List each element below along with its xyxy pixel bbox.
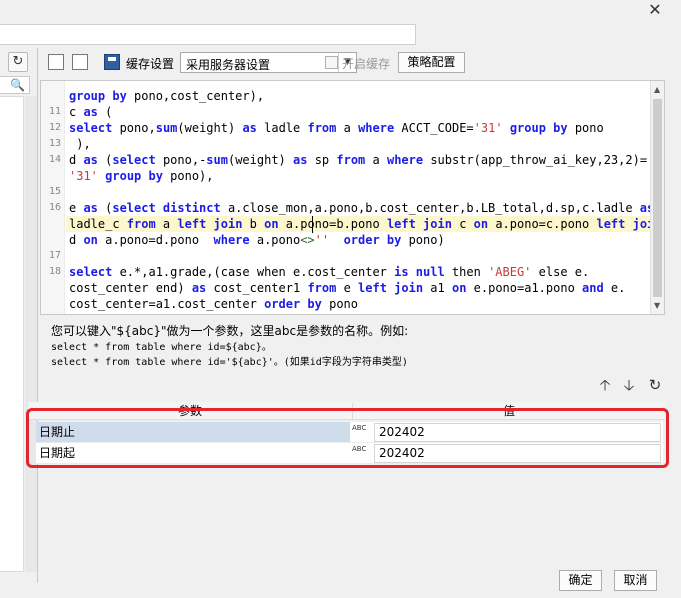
sql-editor[interactable]: group by pono,cost_center),c as ( select … [40,80,665,315]
editor-toolbar: 缓存设置 采用服务器设置 ▼ 开启缓存 策略配置 [40,49,681,77]
help-example-2: select * from table where id='${abc}'。(如… [51,357,408,368]
line-number: 12 [48,122,61,133]
enable-cache-checkbox[interactable] [325,56,338,69]
cache-settings-label: 缓存设置 [126,57,175,71]
sidebar-list[interactable] [0,96,24,572]
line-number: 13 [48,138,61,149]
editor-scrollbar[interactable]: ▲ ▼ [650,81,664,314]
param-tools: 🡡 🡣 ↻ [596,376,666,396]
text-cursor [312,216,313,233]
code-line: ), [69,137,91,151]
ok-button[interactable]: 确定 [559,570,602,591]
left-panel: ↻ 🔍 [0,48,38,583]
code-line: c as ( [69,105,113,119]
code-line: select e.*,a1.grade,(case when e.cost_ce… [69,265,590,279]
editor-scrollbar-thumb[interactable] [653,99,662,297]
scroll-up-icon[interactable]: ▲ [654,85,660,94]
cancel-button[interactable]: 取消 [614,570,657,591]
sidebar-scrollbar[interactable] [25,96,37,572]
code-line: cost_center=a1.cost_center order by pono [69,297,358,311]
line-number: 15 [48,186,61,197]
line-number: 14 [48,154,61,165]
code-line: group by pono,cost_center), [69,89,265,103]
document-icon[interactable] [72,54,88,70]
code-line: e as (select distinct a.close_mon,a.pono… [69,201,655,215]
code-line: d on a.pono=d.pono where a.pono<>'' orde… [69,233,445,247]
move-up-icon[interactable]: 🡡 [596,376,614,394]
search-icon: 🔍 [10,78,25,92]
save-icon[interactable] [104,54,120,70]
line-number: 11 [48,106,61,117]
cache-select-value: 采用服务器设置 [186,58,271,72]
help-example-1: select * from table where id=${abc}。 [51,342,272,353]
sidebar-search-input[interactable]: 🔍 [0,76,30,94]
move-down-icon[interactable]: 🡣 [620,376,638,394]
code-line: d as (select pono,-sum(weight) as sp fro… [69,153,648,167]
top-input[interactable] [0,24,416,45]
code-line: ladle_c from a left join b on a.pono=b.p… [69,217,662,231]
refresh-params-icon[interactable]: ↻ [646,376,664,394]
scroll-down-icon[interactable]: ▼ [654,301,660,310]
preview-icon[interactable] [48,54,64,70]
annotation-highlight-box [26,408,669,468]
code-line: '31' group by pono), [69,169,214,183]
code-line: cost_center end) as cost_center1 from e … [69,281,626,295]
close-icon[interactable]: ✕ [647,2,663,18]
line-number: 18 [48,266,61,277]
window-titlebar: ✕ [0,0,681,45]
line-number: 16 [48,202,61,213]
refresh-icon[interactable]: ↻ [8,52,28,72]
help-main-text: 您可以键入"${abc}"做为一个参数，这里abc是参数的名称。例如: [51,324,409,338]
code-line: select pono,sum(weight) as ladle from a … [69,121,604,135]
parameter-help: 您可以键入"${abc}"做为一个参数，这里abc是参数的名称。例如: sele… [51,323,651,370]
line-number: 17 [48,250,61,261]
enable-cache-label: 开启缓存 [342,57,391,71]
strategy-config-button[interactable]: 策略配置 [398,52,465,73]
